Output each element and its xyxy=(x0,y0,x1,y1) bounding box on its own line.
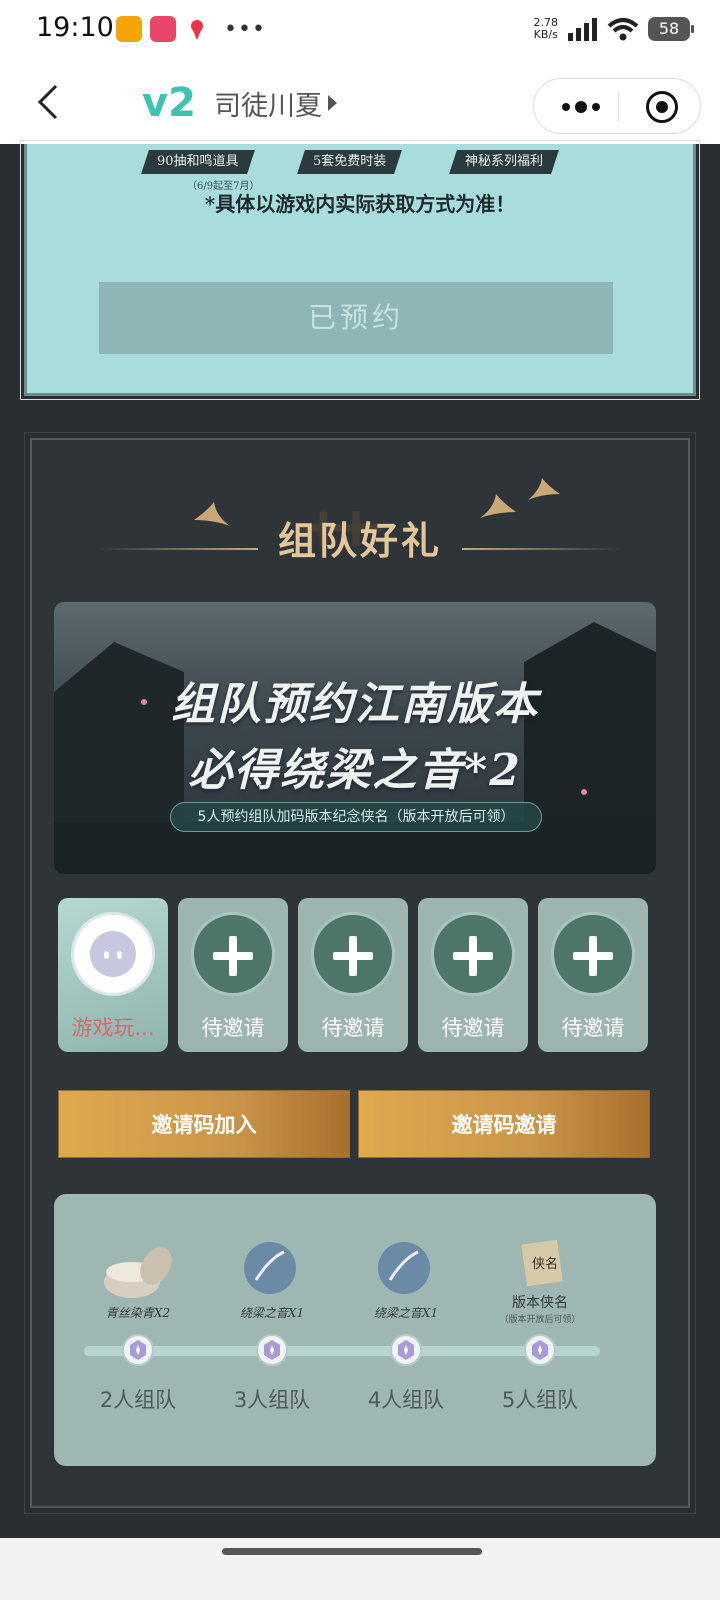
avatar-face xyxy=(90,931,136,977)
instrument-icon xyxy=(244,1242,296,1294)
progress-label: 5人组队 xyxy=(501,1388,579,1412)
more-notifications-icon: ••• xyxy=(224,16,266,42)
progress-label: 4人组队 xyxy=(367,1388,445,1412)
reserved-button[interactable]: 已预约 xyxy=(99,282,613,354)
status-time: 19:10 xyxy=(36,12,114,43)
join-by-code-button[interactable]: 邀请码加入 xyxy=(58,1090,350,1158)
promo-banner: 组队预约江南版本 必得绕梁之音*2 5人预约组队加码版本纪念侠名（版本开放后可领… xyxy=(54,602,656,874)
invite-slot[interactable]: 待邀请 xyxy=(298,898,408,1052)
maps-icon xyxy=(184,16,210,42)
team-progress-card: 侠名 青丝染青X2 绕梁之音X1 绕梁之音X1 版本侠名 （版本开放后可领） 2… xyxy=(54,1194,656,1466)
invite-by-code-button[interactable]: 邀请码邀请 xyxy=(358,1090,650,1158)
close-mini-program-icon[interactable] xyxy=(646,91,678,123)
reward-name: 绕梁之音X1 xyxy=(373,1306,439,1320)
reward-sub: （版本开放后可领） xyxy=(499,1315,581,1325)
more-icon[interactable] xyxy=(556,93,606,121)
scroll-icon: 侠名 xyxy=(521,1239,563,1287)
team-slots: 游戏玩... 待邀请 待邀请 待邀请 待邀请 xyxy=(58,898,652,1054)
slot-label: 待邀请 xyxy=(441,1016,505,1040)
reward-tag-label: 5套免费时装 xyxy=(313,154,387,169)
progress-track xyxy=(84,1346,600,1356)
logo-text: v2 xyxy=(142,80,196,124)
reward-tag: 90抽和鸣道具 xyxy=(141,150,255,174)
signal-icon xyxy=(568,18,597,41)
instrument-icon xyxy=(378,1242,430,1294)
weibo-icon xyxy=(116,16,142,42)
reward-tag-label: 90抽和鸣道具 xyxy=(157,154,239,169)
slot-label: 待邀请 xyxy=(561,1016,625,1040)
invite-slot[interactable]: 待邀请 xyxy=(538,898,648,1052)
slot-label: 待邀请 xyxy=(201,1016,265,1040)
status-bar: 19:10 ••• 2.78 KB/s 58 xyxy=(0,0,720,60)
progress-label: 3人组队 xyxy=(233,1388,311,1412)
back-icon[interactable] xyxy=(30,80,70,124)
battery-icon: 58 xyxy=(648,17,694,41)
rewards-strip: 90抽和鸣道具 5套免费时装 神秘系列福利 xyxy=(27,144,693,178)
reward-name: 绕梁之音X1 xyxy=(239,1306,305,1320)
reward-name: 青丝染青X2 xyxy=(105,1306,171,1320)
reward-name: 版本侠名 xyxy=(512,1295,568,1311)
slot-label: 游戏玩... xyxy=(71,1016,155,1040)
avatar-eye xyxy=(104,951,109,959)
mini-program-capsule xyxy=(533,78,701,134)
notification-icons: ••• xyxy=(116,16,266,42)
add-member-icon[interactable] xyxy=(191,912,275,996)
slot-label: 待邀请 xyxy=(321,1016,385,1040)
status-right: 2.78 KB/s 58 xyxy=(534,16,694,42)
add-member-icon[interactable] xyxy=(551,912,635,996)
progress-node-icon xyxy=(122,1334,154,1366)
reward-item: 绕梁之音X1 xyxy=(346,1304,466,1321)
page-title[interactable]: 司徒川夏 xyxy=(214,84,322,123)
reservation-panel: 90抽和鸣道具 5套免费时装 神秘系列福利 （6/9起至7月） *具体以游戏内实… xyxy=(20,140,700,400)
title-caret-icon[interactable] xyxy=(328,95,337,111)
reward-tag-label: 神秘系列福利 xyxy=(465,154,544,169)
section-title: 组队好礼 xyxy=(277,518,442,563)
v2-logo: v2 xyxy=(142,80,196,124)
capsule-divider xyxy=(618,93,619,121)
home-indicator[interactable] xyxy=(222,1548,482,1555)
avatar-eye xyxy=(117,951,122,959)
app-icon xyxy=(150,16,176,42)
reward-tag: 5套免费时装 xyxy=(297,150,403,174)
team-slot-me: 游戏玩... xyxy=(58,898,168,1052)
reward-tag: 神秘系列福利 xyxy=(449,150,559,174)
reward-item: 绕梁之音X1 xyxy=(212,1304,332,1321)
network-speed: 2.78 KB/s xyxy=(534,17,559,41)
progress-node-icon xyxy=(524,1334,556,1366)
reward-item: 版本侠名 （版本开放后可领） xyxy=(480,1292,600,1325)
banner-title-line2: 必得绕梁之音*2 xyxy=(188,745,522,796)
swallow-icon xyxy=(528,478,560,500)
title-bar: v2 司徒川夏 xyxy=(0,60,720,144)
wifi-icon xyxy=(607,18,639,41)
progress-node-icon xyxy=(390,1334,422,1366)
reward-item: 青丝染青X2 xyxy=(78,1304,198,1321)
progress-node-icon xyxy=(256,1334,288,1366)
section-header: 艹 组队好礼 xyxy=(32,470,688,610)
invite-slot[interactable]: 待邀请 xyxy=(178,898,288,1052)
banner-title-line1: 组队预约江南版本 xyxy=(171,679,539,730)
net-speed-unit: KB/s xyxy=(533,28,558,41)
invite-slot[interactable]: 待邀请 xyxy=(418,898,528,1052)
banner-subtitle: 5人预约组队加码版本纪念侠名（版本开放后可领） xyxy=(170,802,542,832)
scroll-badge-text: 侠名 xyxy=(532,1256,558,1272)
jar-icon xyxy=(104,1247,172,1298)
add-member-icon[interactable] xyxy=(311,912,395,996)
disclaimer-note: *具体以游戏内实际获取方式为准！ xyxy=(204,192,516,216)
add-member-icon[interactable] xyxy=(431,912,515,996)
avatar xyxy=(71,912,155,996)
team-gift-panel: 艹 组队好礼 组队预约江南版本 必得绕梁之音*2 5人预约组队加码版本纪念侠名（… xyxy=(24,432,696,1514)
progress-label: 2人组队 xyxy=(99,1388,177,1412)
